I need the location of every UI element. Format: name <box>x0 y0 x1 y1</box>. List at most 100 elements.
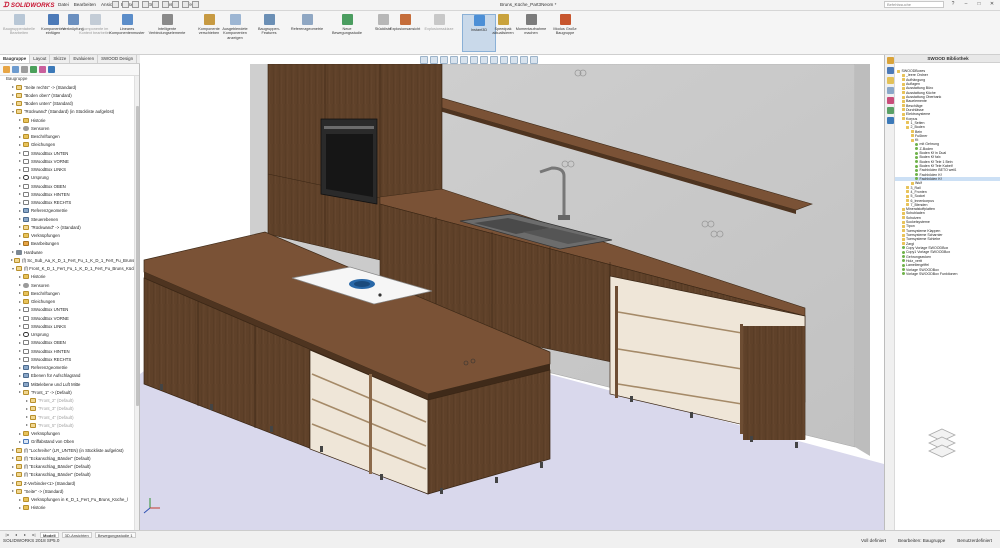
command-tab[interactable]: Baugruppe <box>0 55 31 63</box>
ribbon-button[interactable]: Lineares Komponentenmuster <box>109 14 145 52</box>
view-palette-icon[interactable] <box>886 87 894 94</box>
tree-item[interactable]: ▸ "Front_4" (Default) <box>0 413 139 421</box>
expand-icon[interactable]: ▸ <box>18 225 22 229</box>
ribbon-button[interactable]: Referenzgeometrie <box>290 14 324 52</box>
cooktop-control-icon[interactable] <box>378 293 382 297</box>
previous-view-icon[interactable] <box>440 56 448 64</box>
tree-item[interactable]: ▸ SWoodBox LINKS <box>0 166 139 174</box>
maximize-icon[interactable]: □ <box>975 1 983 8</box>
command-tab[interactable]: Evaluieren <box>70 55 99 63</box>
view-orientation-icon[interactable] <box>470 56 478 64</box>
tree-item[interactable]: ▸ Gleichungen <box>0 141 139 149</box>
tree-item[interactable]: ▸ SWoodBox HINTEN <box>0 190 139 198</box>
expand-icon[interactable]: ▸ <box>18 316 22 320</box>
tree-item[interactable]: ▸ "Seite" -> (Standard) <box>0 487 139 495</box>
select-icon[interactable] <box>172 1 179 8</box>
tree-item[interactable]: ▸ (f) Sc_Sub_Aa_K_D_1_Fert_Fu_1_K_D_1_Fer… <box>0 256 139 264</box>
tree-item[interactable]: ▸ Sensoren <box>0 281 139 289</box>
tree-item[interactable]: ▾ (f) Front_K_D_1_Fert_Fu_1_K_D_1_Fert_Fu… <box>0 265 139 273</box>
expand-icon[interactable]: ▸ <box>11 101 15 106</box>
expand-icon[interactable]: ▸ <box>18 307 22 312</box>
expand-icon[interactable]: ▸ <box>18 274 22 279</box>
ribbon-button[interactable]: Ausgeblendete Komponenten anzeigen <box>218 14 252 52</box>
expand-icon[interactable]: ▸ <box>11 448 15 452</box>
tree-item[interactable]: ▸ Ursprung <box>0 331 139 339</box>
tree-item[interactable]: ▸ SWoodBox VORNE <box>0 157 139 165</box>
zoom-to-fit-icon[interactable] <box>420 56 428 64</box>
expand-icon[interactable]: ▸ <box>11 472 15 477</box>
tree-item[interactable]: ▸ Referenzgeometrie <box>0 207 139 215</box>
expand-icon[interactable]: ▸ <box>18 439 22 444</box>
expand-icon[interactable]: ▸ <box>18 200 22 205</box>
tree-item[interactable]: ▸ SWoodBox LINKS <box>0 322 139 330</box>
expand-icon[interactable]: ▸ <box>11 456 15 460</box>
status-units[interactable]: Benutzerdefiniert <box>957 538 992 543</box>
tree-item[interactable]: ▸ Bearbeitungen <box>0 240 139 248</box>
monitor-icon[interactable] <box>530 56 538 64</box>
next-tab-icon[interactable]: ▸ <box>22 532 28 538</box>
menu-item[interactable]: Bearbeiten <box>74 2 96 7</box>
tree-item[interactable]: ▸ Ursprung <box>0 174 139 182</box>
feature-tree-tab-icon[interactable] <box>3 66 10 73</box>
collapse-icon[interactable]: ▾ <box>11 266 15 271</box>
tree-item[interactable]: ▸ SWoodBox VORNE <box>0 314 139 322</box>
tree-item[interactable]: ▸ SWoodBox RECHTS <box>0 355 139 363</box>
expand-icon[interactable]: ▸ <box>18 126 22 130</box>
prev-tab-icon[interactable]: ◂ <box>13 532 19 538</box>
undo-icon[interactable] <box>152 1 159 8</box>
expand-icon[interactable]: ▸ <box>18 373 22 378</box>
feature-tree-scrollbar[interactable] <box>134 76 139 530</box>
first-tab-icon[interactable]: |◂ <box>4 532 10 538</box>
tree-item[interactable]: ▸ SWoodBox RECHTS <box>0 199 139 207</box>
tree-item[interactable]: ▸ Beschriftungen <box>0 289 139 297</box>
ribbon-button[interactable]: Explosionsskizze <box>422 14 456 52</box>
expand-icon[interactable]: ▸ <box>18 134 22 139</box>
display-style-icon[interactable] <box>480 56 488 64</box>
ribbon-button[interactable]: Baugruppentabelle Bearbeiten <box>2 14 36 52</box>
expand-icon[interactable]: ▸ <box>18 340 22 345</box>
tree-item[interactable]: ▸ (f) "Eckanschlag_Bänder" (Default) <box>0 463 139 471</box>
expand-icon[interactable]: ▸ <box>18 431 22 436</box>
tree-item[interactable]: ▸ Historie <box>0 504 139 512</box>
tree-item[interactable]: ▸ Griffabstand von Oben <box>0 438 139 446</box>
expand-icon[interactable]: ▸ <box>25 398 29 403</box>
ribbon-button[interactable]: Explosionsansicht <box>388 14 422 52</box>
minimize-icon[interactable]: – <box>962 1 970 8</box>
feature-tree-filter[interactable]: Baugruppe <box>0 76 139 83</box>
open-document-icon[interactable] <box>122 1 129 8</box>
appearances-icon[interactable] <box>886 97 894 104</box>
tree-item[interactable]: ▸ Historie <box>0 273 139 281</box>
tree-item[interactable]: ▸ "Rückwand" -> (Standard) <box>0 223 139 231</box>
expand-icon[interactable]: ▸ <box>18 349 22 353</box>
close-icon[interactable]: ✕ <box>988 1 996 8</box>
command-search-input[interactable]: Befehlssuche <box>884 1 944 8</box>
tree-item[interactable]: ▸ (f) "Eckanschlag_Bänder" (Default) <box>0 471 139 479</box>
tree-item[interactable]: ▸ Beschriftungen <box>0 133 139 141</box>
save-icon[interactable] <box>132 1 139 8</box>
expand-icon[interactable]: ▸ <box>18 118 22 122</box>
tree-item[interactable]: ▾ "Rückwand" (Standard) (in Stückliste au… <box>0 108 139 116</box>
tree-item[interactable]: ▸ Verknüpfungen <box>0 430 139 438</box>
tree-item[interactable]: ▸ Hardware <box>0 248 139 256</box>
expand-icon[interactable]: ▸ <box>18 241 22 246</box>
command-tab[interactable]: SWOOD Design <box>98 55 138 63</box>
tree-item[interactable]: ▸ "Front_1" -> (Default) <box>0 388 139 396</box>
apply-scene-icon[interactable] <box>510 56 518 64</box>
expand-icon[interactable]: ▸ <box>18 332 22 337</box>
tree-item[interactable]: ▸ Steuerebenen <box>0 215 139 223</box>
section-view-icon[interactable] <box>450 56 458 64</box>
tree-item[interactable]: ▸ Mittelebene und Luft Mitte <box>0 380 139 388</box>
command-tab[interactable]: Layout <box>30 55 51 63</box>
expand-icon[interactable]: ▸ <box>18 283 22 287</box>
scrollbar-thumb[interactable] <box>136 106 139 406</box>
last-tab-icon[interactable]: ▸| <box>31 532 37 538</box>
expand-icon[interactable]: ▸ <box>18 184 22 188</box>
expand-icon[interactable]: ▸ <box>18 151 22 155</box>
tree-item[interactable]: ▸ "Front_5" (Default) <box>0 421 139 429</box>
expand-icon[interactable]: ▸ <box>18 357 22 361</box>
ribbon-button[interactable]: Neue Bewegungsstudie <box>330 14 364 52</box>
file-explorer-icon[interactable] <box>886 77 894 84</box>
library-item[interactable]: Vorlage SWOODBox Funktionen <box>895 272 1000 276</box>
tree-item[interactable]: ▸ "Front_3" (Default) <box>0 405 139 413</box>
view-settings-icon[interactable] <box>520 56 528 64</box>
